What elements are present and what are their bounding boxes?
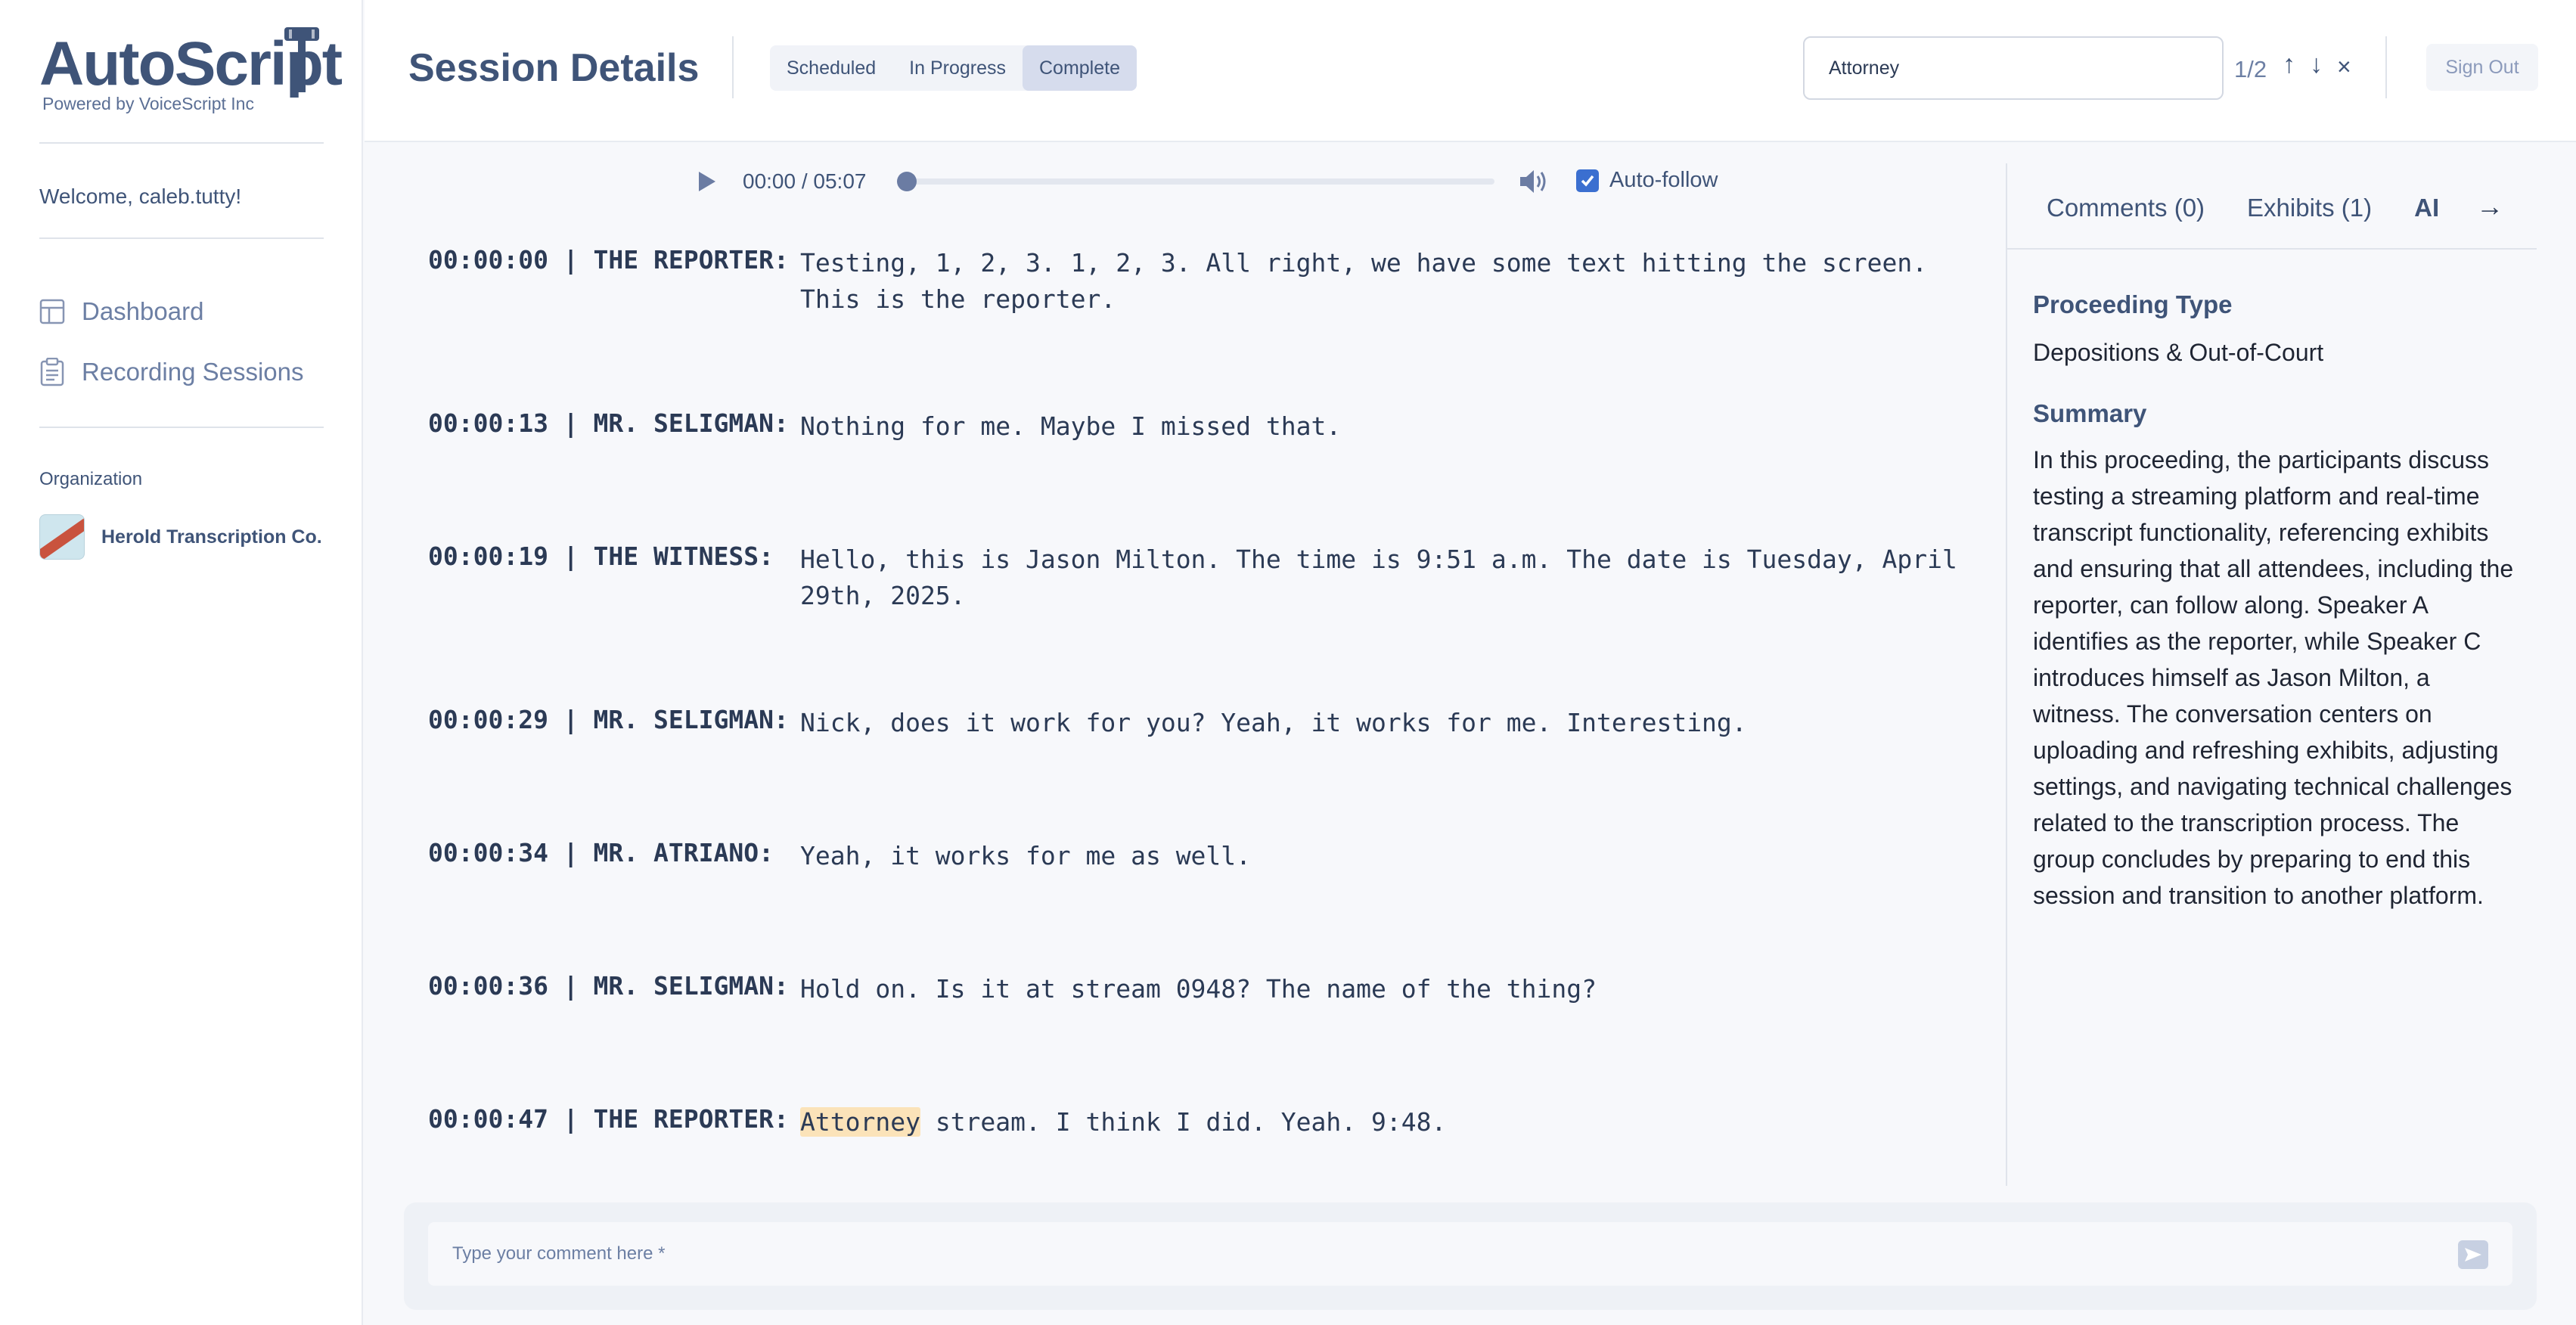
audio-player: 00:00 / 05:07 Auto-follow: [696, 162, 1718, 201]
dashboard-icon: [39, 299, 65, 324]
send-icon[interactable]: [2458, 1240, 2488, 1269]
transcript-speaker: 00:00:36 | MR. SELIGMAN:: [428, 971, 789, 1001]
next-match-button[interactable]: ↓: [2310, 51, 2323, 77]
clear-search-button[interactable]: ×: [2337, 54, 2351, 79]
organization-name: Herold Transcription Co.: [101, 526, 322, 548]
playback-slider[interactable]: [897, 172, 1494, 191]
checkmark-icon: [1581, 175, 1594, 187]
transcript-search-input[interactable]: [1803, 36, 2224, 100]
search-match-count: 1/2: [2234, 56, 2267, 82]
details-panel: Comments (0) Exhibits (1) AI → Proceedin…: [2006, 163, 2537, 1186]
transcript-speaker: 00:00:34 | MR. ATRIANO:: [428, 838, 774, 867]
transcript-speaker: 00:00:00 | THE REPORTER:: [428, 245, 789, 275]
transcript-speaker: 00:00:19 | THE WITNESS:: [428, 541, 774, 571]
sign-out-button[interactable]: Sign Out: [2426, 44, 2538, 91]
transcript-text: Hello, this is Jason Milton. The time is…: [800, 545, 1957, 610]
summary-text: In this proceeding, the participants dis…: [2033, 446, 2514, 909]
header-divider: [732, 36, 734, 98]
auto-follow-checkbox[interactable]: [1576, 169, 1599, 192]
sidebar: AutoScript Powered by VoiceScript Inc We…: [0, 0, 363, 1325]
proceeding-type-value: Depositions & Out-of-Court: [2033, 339, 2324, 366]
transcript-text: Nothing for me. Maybe I missed that.: [800, 411, 1342, 441]
proceeding-type-title: Proceeding Type: [2033, 290, 2233, 318]
tab-complete[interactable]: Complete: [1023, 45, 1137, 91]
gavel-icon: [284, 27, 319, 92]
status-filter: Scheduled In Progress Complete: [770, 45, 1137, 91]
transcript-text-line: Attorney stream. I think I did. Yeah. 9:…: [800, 1104, 1980, 1140]
sidebar-item-dashboard[interactable]: Dashboard: [39, 290, 203, 333]
comment-input[interactable]: [428, 1222, 2512, 1286]
tab-ai[interactable]: AI: [2414, 194, 2439, 222]
transcript-speaker: 00:00:47 | THE REPORTER:: [428, 1104, 789, 1134]
sidebar-divider: [39, 142, 324, 144]
tabs-divider: [2007, 248, 2537, 250]
organization-label: Organization: [39, 469, 143, 489]
playback-slider-handle[interactable]: [897, 172, 917, 191]
transcript-text: stream. I think I did. Yeah. 9:48.: [920, 1107, 1447, 1137]
tab-exhibits[interactable]: Exhibits (1): [2247, 194, 2372, 222]
sidebar-item-label: Recording Sessions: [82, 358, 304, 386]
welcome-message: Welcome, caleb.tutty!: [39, 185, 242, 208]
brand-tagline: Powered by VoiceScript Inc: [42, 94, 254, 113]
summary-title: Summary: [2033, 399, 2147, 427]
play-icon[interactable]: [696, 170, 717, 193]
search-highlight: Attorney: [800, 1107, 920, 1137]
sidebar-divider: [39, 237, 324, 239]
organization-logo: [39, 514, 85, 560]
volume-icon[interactable]: [1519, 168, 1549, 195]
panel-tabs: Comments (0) Exhibits (1) AI: [2047, 194, 2439, 222]
playback-time: 00:00 / 05:07: [743, 169, 867, 193]
tab-comments[interactable]: Comments (0): [2047, 194, 2205, 222]
collapse-panel-icon[interactable]: →: [2476, 191, 2503, 222]
previous-match-button[interactable]: ↑: [2283, 51, 2295, 77]
page-title: Session Details: [408, 46, 700, 90]
transcript-speaker: 00:00:13 | MR. SELIGMAN:: [428, 408, 789, 438]
transcript-text: Yeah, it works for me as well.: [800, 841, 1252, 870]
sidebar-divider: [39, 427, 324, 428]
transcript-text: Testing, 1, 2, 3. 1, 2, 3. All right, we…: [800, 248, 1928, 314]
transcript-text: Nick, does it work for you? Yeah, it wor…: [800, 708, 1747, 737]
tab-in-progress[interactable]: In Progress: [892, 45, 1023, 91]
sidebar-item-label: Dashboard: [82, 297, 204, 325]
send-arrow-icon: [2465, 1248, 2481, 1261]
header-divider: [2385, 36, 2387, 98]
page-header: Session Details Scheduled In Progress Co…: [365, 0, 2576, 142]
brand-logo[interactable]: AutoScript Powered by VoiceScript Inc: [39, 26, 343, 116]
transcript-speaker: 00:00:29 | MR. SELIGMAN:: [428, 705, 789, 734]
transcript-text: Hold on. Is it at stream 0948? The name …: [800, 974, 1597, 1004]
organization-link[interactable]: Herold Transcription Co.: [39, 514, 322, 560]
sidebar-item-recording-sessions[interactable]: Recording Sessions: [39, 351, 304, 393]
comment-bar: [404, 1202, 2537, 1310]
auto-follow-toggle[interactable]: Auto-follow: [1576, 168, 1718, 193]
auto-follow-label: Auto-follow: [1609, 168, 1718, 192]
clipboard-icon: [40, 358, 64, 386]
tab-scheduled[interactable]: Scheduled: [770, 45, 892, 91]
